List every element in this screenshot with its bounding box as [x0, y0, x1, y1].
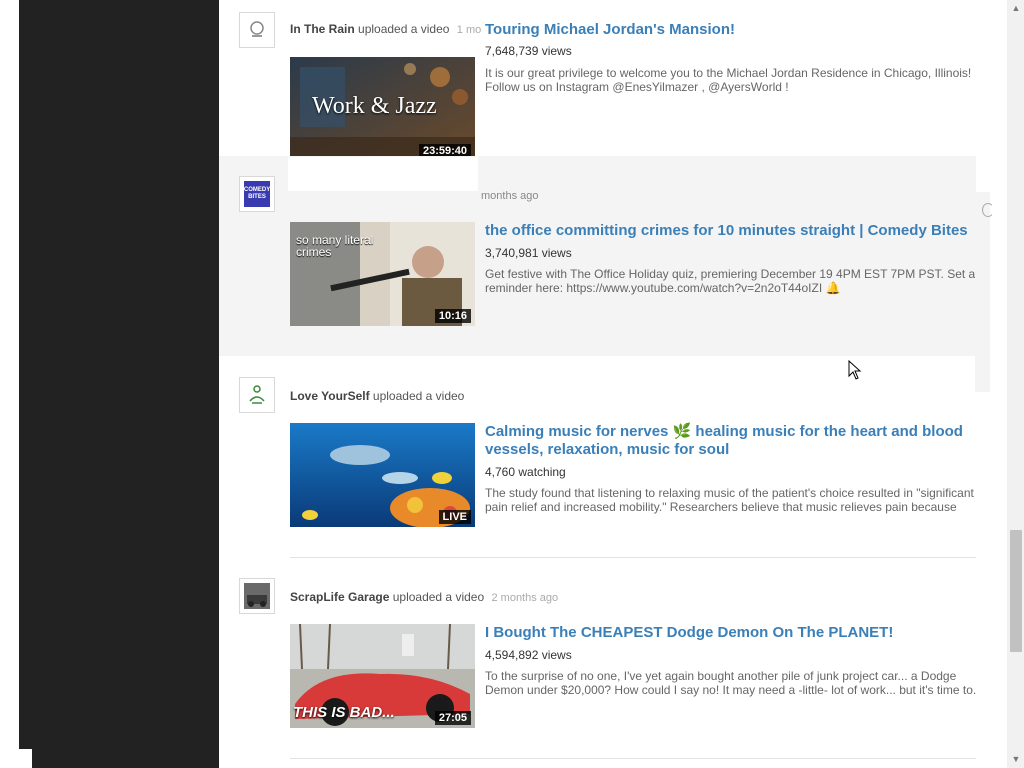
scrollbar-track[interactable]: [1007, 0, 1024, 768]
view-count: 3,740,981 views: [485, 246, 572, 260]
view-count: 4,760 watching: [485, 465, 566, 479]
activity-line: Love YourSelf uploaded a video: [290, 389, 464, 403]
upload-age: months ago: [481, 190, 539, 202]
channel-photo-icon: [244, 583, 270, 609]
overlay-patch: [288, 157, 478, 191]
video-thumbnail[interactable]: Work & Jazz 23:59:40: [290, 57, 475, 161]
meditation-icon: [244, 382, 270, 408]
video-description: The study found that listening to relaxi…: [485, 486, 974, 514]
activity-action: uploaded a video: [358, 22, 450, 36]
video-description: Get festive with The Office Holiday quiz…: [485, 267, 976, 295]
scroll-down-arrow-icon[interactable]: ▼: [1009, 753, 1023, 765]
live-badge: LIVE: [438, 510, 471, 524]
dark-sidebar: [19, 0, 219, 768]
thumbnail-caption: so many literal crimes: [296, 233, 374, 259]
comedy-bites-logo-icon: COMEDY BITES: [244, 181, 270, 207]
channel-avatar[interactable]: [239, 12, 275, 48]
feed-item: ScrapLife Garage uploaded a video 2 mont…: [219, 558, 976, 758]
channel-avatar[interactable]: [239, 377, 275, 413]
video-thumbnail[interactable]: so many literal crimes 10:16: [290, 222, 475, 326]
video-title[interactable]: I Bought The CHEAPEST Dodge Demon On The…: [485, 624, 975, 642]
left-gutter: [0, 0, 19, 768]
video-title[interactable]: Calming music for nerves 🌿 healing music…: [485, 423, 975, 459]
activity-line: In The Rain uploaded a video 1 mo: [290, 22, 481, 36]
upload-age: 2 months ago: [491, 592, 559, 604]
channel-avatar[interactable]: COMEDY BITES: [239, 176, 275, 212]
video-duration: 10:16: [434, 309, 471, 323]
video-thumbnail[interactable]: LIVE: [290, 423, 475, 527]
thumbnail-caption: Work & Jazz: [312, 93, 437, 119]
subscription-feed: In The Rain uploaded a video 1 mo Work &…: [219, 0, 990, 768]
thumbnail-caption: THIS IS BAD...: [293, 704, 395, 721]
video-description: To the surprise of no one, I've yet agai…: [485, 669, 977, 697]
activity-action: uploaded a video: [392, 590, 485, 604]
activity-line: ScrapLife Garage uploaded a video 2 mont…: [290, 590, 558, 604]
video-thumbnail[interactable]: THIS IS BAD... 27:05: [290, 624, 475, 728]
view-count: 4,594,892 views: [485, 648, 572, 662]
channel-avatar[interactable]: [239, 578, 275, 614]
side-panel-edge: [975, 192, 990, 392]
partial-circle-icon: [982, 203, 994, 217]
video-title[interactable]: the office committing crimes for 10 minu…: [485, 222, 975, 240]
feed-item: COMEDY BITES months ago so many literal …: [219, 156, 976, 356]
scroll-up-arrow-icon[interactable]: ▲: [1009, 2, 1023, 14]
divider: [290, 758, 976, 759]
video-description: It is our great privilege to welcome you…: [485, 66, 972, 94]
channel-name[interactable]: In The Rain: [290, 22, 355, 36]
feed-item: In The Rain uploaded a video 1 mo Work &…: [219, 0, 976, 161]
channel-name[interactable]: ScrapLife Garage: [290, 590, 389, 604]
corner-chip: [0, 749, 32, 768]
feed-item: Love YourSelf uploaded a video LIVE Calm…: [219, 357, 976, 557]
activity-line: months ago: [481, 188, 538, 202]
channel-logo-icon: [244, 17, 270, 43]
activity-action: uploaded a video: [372, 389, 465, 403]
scrollbar-thumb[interactable]: [1010, 530, 1022, 652]
video-title[interactable]: Touring Michael Jordan's Mansion!: [485, 21, 975, 39]
view-count: 7,648,739 views: [485, 44, 572, 58]
channel-name[interactable]: Love YourSelf: [290, 389, 370, 403]
arrow-cursor-icon: [848, 360, 862, 380]
video-duration: 27:05: [434, 711, 471, 725]
upload-age: 1 mo: [456, 24, 482, 36]
